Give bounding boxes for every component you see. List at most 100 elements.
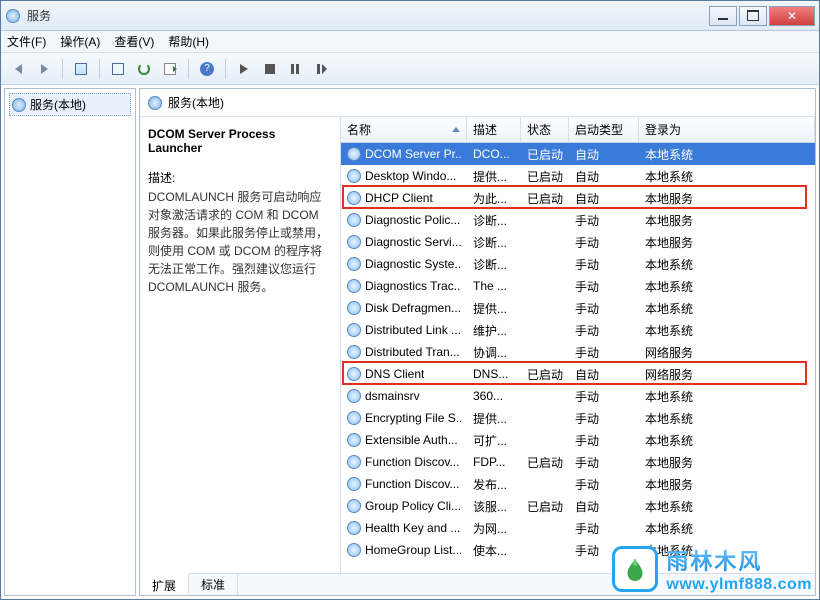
service-icon (347, 433, 361, 447)
separator (188, 59, 189, 79)
service-status (521, 480, 569, 488)
col-header-logon[interactable]: 登录为 (639, 117, 815, 142)
service-row[interactable]: Function Discov...发布...手动本地服务 (341, 473, 815, 495)
separator (225, 59, 226, 79)
service-row[interactable]: Desktop Windo...提供...已启动自动本地系统 (341, 165, 815, 187)
service-row[interactable]: Function Discov...FDP...已启动手动本地服务 (341, 451, 815, 473)
services-icon (148, 96, 162, 110)
service-name: Disk Defragmen... (365, 301, 461, 315)
service-row[interactable]: Group Policy Cli...该服...已启动自动本地系统 (341, 495, 815, 517)
col-header-desc[interactable]: 描述 (467, 117, 521, 142)
service-desc: 360... (467, 385, 521, 407)
play-icon (240, 64, 248, 74)
detail-desc-text: DCOMLAUNCH 服务可启动响应对象激活请求的 COM 和 DCOM 服务器… (148, 188, 332, 296)
service-row[interactable]: Distributed Link ...维护...手动本地系统 (341, 319, 815, 341)
service-status (521, 414, 569, 422)
list-body[interactable]: DCOM Server Pr...DCO...已启动自动本地系统Desktop … (341, 143, 815, 573)
export-button[interactable] (159, 58, 181, 80)
service-row[interactable]: Disk Defragmen...提供...手动本地系统 (341, 297, 815, 319)
service-desc: DCO... (467, 143, 521, 165)
service-name: DCOM Server Pr... (365, 147, 461, 161)
service-status (521, 216, 569, 224)
services-list: 名称 描述 状态 启动类型 登录为 DCOM Server Pr... DCO..… (340, 117, 815, 573)
minimize-button[interactable] (709, 6, 737, 26)
right-header-title: 服务(本地) (168, 94, 224, 111)
detail-pane: DCOM Server Process Launcher 描述: DCOMLAU… (140, 117, 340, 573)
content-row: DCOM Server Process Launcher 描述: DCOMLAU… (140, 117, 815, 573)
menu-action[interactable]: 操作(A) (60, 33, 100, 50)
service-status (521, 524, 569, 532)
app-icon (5, 8, 21, 24)
refresh-icon (138, 63, 150, 75)
service-row[interactable]: Encrypting File S...提供...手动本地系统 (341, 407, 815, 429)
arrow-right-icon (41, 64, 48, 74)
window-title: 服务 (27, 7, 709, 24)
service-status (521, 304, 569, 312)
service-name: Diagnostics Trac... (365, 279, 461, 293)
service-row[interactable]: DHCP Client为此...已启动自动本地服务 (341, 187, 815, 209)
close-button[interactable] (769, 6, 815, 26)
col-header-name[interactable]: 名称 (341, 117, 467, 142)
menu-help[interactable]: 帮助(H) (168, 33, 209, 50)
menu-file[interactable]: 文件(F) (7, 33, 46, 50)
left-tree-pane[interactable]: 服务(本地) (4, 88, 136, 596)
service-name: Distributed Tran... (365, 345, 460, 359)
help-icon: ? (200, 62, 214, 76)
service-status (521, 260, 569, 268)
window-controls (709, 6, 815, 26)
service-row[interactable]: Distributed Tran...协调...手动网络服务 (341, 341, 815, 363)
service-row[interactable]: Diagnostic Polic...诊断...手动本地服务 (341, 209, 815, 231)
col-header-start[interactable]: 启动类型 (569, 117, 639, 142)
service-desc: 协调... (467, 340, 521, 365)
right-pane: 服务(本地) DCOM Server Process Launcher 描述: … (139, 88, 816, 596)
back-button[interactable] (7, 58, 29, 80)
service-row[interactable]: Diagnostics Trac...The ...手动本地系统 (341, 275, 815, 297)
sort-asc-icon (452, 127, 460, 132)
service-status: 已启动 (521, 494, 569, 519)
service-status: 已启动 (521, 362, 569, 387)
service-row[interactable]: Health Key and ...为网...手动本地系统 (341, 517, 815, 539)
properties-button[interactable] (107, 58, 129, 80)
service-desc: 可扩... (467, 428, 521, 453)
restart-service-button[interactable] (311, 58, 333, 80)
pause-service-button[interactable] (285, 58, 307, 80)
service-status: 已启动 (521, 186, 569, 211)
forward-button[interactable] (33, 58, 55, 80)
separator (99, 59, 100, 79)
service-row[interactable]: dsmainsrv360...手动本地系统 (341, 385, 815, 407)
tab-standard[interactable]: 标准 (189, 574, 238, 595)
maximize-button[interactable] (739, 6, 767, 26)
service-status (521, 546, 569, 554)
service-row[interactable]: DCOM Server Pr...DCO...已启动自动本地系统 (341, 143, 815, 165)
list-header: 名称 描述 状态 启动类型 登录为 (341, 117, 815, 143)
service-name: Group Policy Cli... (365, 499, 461, 513)
tree-root-services[interactable]: 服务(本地) (9, 93, 131, 116)
menu-view[interactable]: 查看(V) (114, 33, 154, 50)
title-bar[interactable]: 服务 (1, 1, 819, 31)
col-header-status[interactable]: 状态 (521, 117, 569, 142)
service-icon (347, 521, 361, 535)
service-status (521, 326, 569, 334)
help-button[interactable]: ? (196, 58, 218, 80)
stop-icon (265, 64, 275, 74)
service-name: Function Discov... (365, 455, 459, 469)
service-name: Diagnostic Servi... (365, 235, 461, 249)
service-desc: FDP... (467, 451, 521, 473)
stop-service-button[interactable] (259, 58, 281, 80)
service-row[interactable]: Extensible Auth...可扩...手动本地系统 (341, 429, 815, 451)
service-name: Diagnostic Syste... (365, 257, 461, 271)
service-icon (347, 389, 361, 403)
tab-extended[interactable]: 扩展 (140, 573, 189, 595)
service-status (521, 282, 569, 290)
restart-icon (317, 64, 327, 74)
service-row[interactable]: HomeGroup List...使本...手动本地系统 (341, 539, 815, 561)
start-service-button[interactable] (233, 58, 255, 80)
service-row[interactable]: Diagnostic Servi...诊断...手动本地服务 (341, 231, 815, 253)
service-name: Distributed Link ... (365, 323, 461, 337)
refresh-button[interactable] (133, 58, 155, 80)
service-row[interactable]: Diagnostic Syste...诊断...手动本地系统 (341, 253, 815, 275)
service-row[interactable]: DNS ClientDNS...已启动自动网络服务 (341, 363, 815, 385)
arrow-left-icon (15, 64, 22, 74)
export-icon (164, 63, 176, 75)
show-hide-tree-button[interactable] (70, 58, 92, 80)
